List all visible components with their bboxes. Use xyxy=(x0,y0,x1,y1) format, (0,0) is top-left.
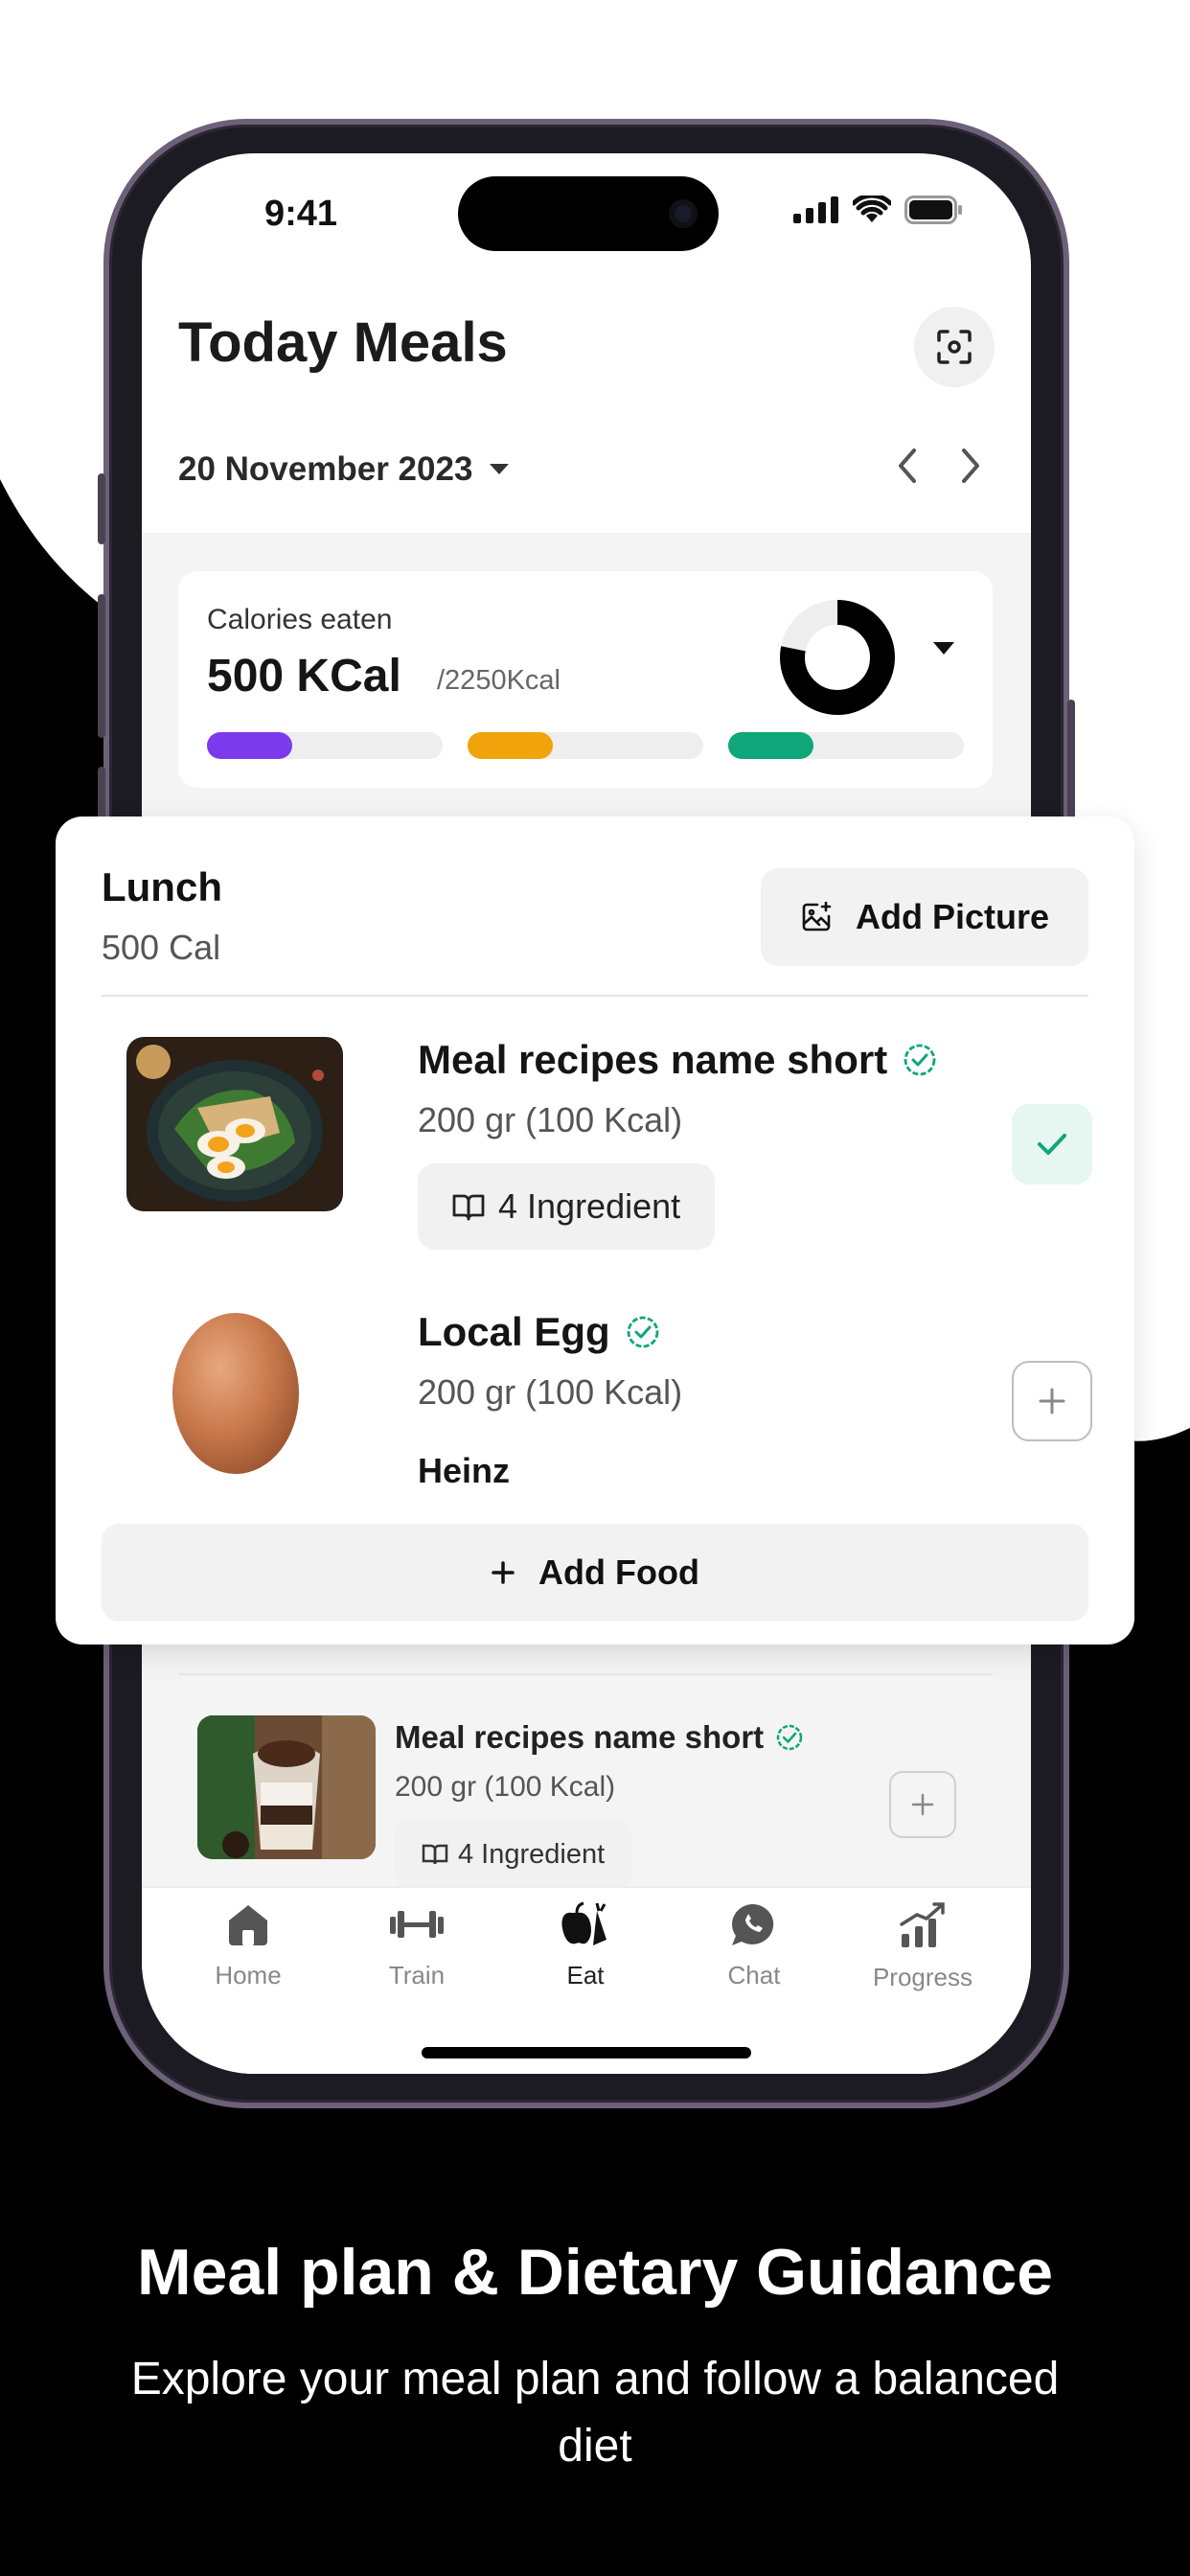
add-item-button[interactable] xyxy=(1012,1361,1092,1441)
phone-side-button xyxy=(98,473,105,544)
tab-label: Train xyxy=(388,1961,446,1990)
bottom-tab-bar: Home Train Eat Chat Progress xyxy=(142,1886,1031,2074)
verified-icon xyxy=(776,1724,803,1751)
food-name-1: Meal recipes name short xyxy=(418,1037,888,1082)
plus-icon xyxy=(911,1793,934,1816)
food-meta-2: 200 gr (100 Kcal) xyxy=(418,1372,683,1412)
add-food-label: Add Food xyxy=(538,1552,699,1592)
add-food-button[interactable]: Add Food xyxy=(102,1524,1088,1622)
divider xyxy=(178,1673,993,1675)
list-item-title: Local Egg xyxy=(418,1309,660,1355)
calories-label: Calories eaten xyxy=(207,604,393,635)
chevron-right-icon[interactable] xyxy=(958,447,983,485)
battery-icon xyxy=(904,196,962,224)
tab-label: Home xyxy=(215,1961,282,1990)
dumbbell-icon xyxy=(390,1911,444,1938)
list-item-title: Meal recipes name short xyxy=(418,1037,937,1083)
home-icon xyxy=(229,1905,267,1945)
book-icon xyxy=(452,1194,485,1221)
ingredients-label: 4 Ingredient xyxy=(498,1186,681,1226)
calories-goal: /2250Kcal xyxy=(437,665,561,696)
tab-home[interactable]: Home xyxy=(186,1901,310,1990)
camera-icon xyxy=(669,199,698,228)
list-item[interactable]: Meal recipes name short 200 gr (100 Kcal… xyxy=(125,1033,1092,1254)
tab-eat[interactable]: Eat xyxy=(523,1901,648,1990)
chevron-left-icon[interactable] xyxy=(895,447,920,485)
caret-down-icon xyxy=(490,464,510,474)
apple-carrot-icon xyxy=(561,1901,606,1945)
lunch-title: Lunch xyxy=(102,864,222,909)
scan-icon xyxy=(937,330,972,364)
lunch-calories: 500 Cal xyxy=(102,928,221,967)
ingredients-chip[interactable]: 4 Ingredient xyxy=(418,1163,716,1250)
ingredients-chip[interactable]: 4 Ingredient xyxy=(395,1821,632,1888)
tab-chat[interactable]: Chat xyxy=(692,1901,816,1990)
added-check-button[interactable] xyxy=(1012,1104,1092,1184)
status-icons xyxy=(793,196,964,224)
home-indicator xyxy=(422,2047,751,2058)
tab-label: Progress xyxy=(872,1963,973,1991)
verified-icon xyxy=(627,1316,659,1348)
scan-button[interactable] xyxy=(914,307,995,387)
tab-label: Eat xyxy=(566,1961,605,1990)
calories-card: Calories eaten 500 KCal /2250Kcal xyxy=(178,571,993,788)
signal-icon xyxy=(793,196,838,223)
verified-icon xyxy=(904,1044,936,1076)
calories-progress-ring xyxy=(780,600,895,715)
calories-expand-icon[interactable] xyxy=(931,640,956,657)
tab-progress[interactable]: Progress xyxy=(860,1901,985,1992)
status-time: 9:41 xyxy=(264,194,338,234)
book-icon xyxy=(422,1844,448,1865)
egg-image xyxy=(126,1305,343,1480)
promo-headline: Meal plan & Dietary Guidance xyxy=(136,2236,1054,2309)
macro-bar-2-fill xyxy=(468,732,553,759)
page-title: Today Meals xyxy=(178,311,508,374)
macro-bar-3 xyxy=(728,732,964,759)
macro-bar-3-fill xyxy=(728,732,813,759)
snack-item-name: Meal recipes name short xyxy=(395,1719,765,1755)
chat-icon xyxy=(732,1903,774,1945)
phone-volume-up xyxy=(98,594,105,738)
date-selector[interactable]: 20 November 2023 xyxy=(178,450,511,489)
plus-icon xyxy=(1039,1388,1065,1414)
list-item[interactable]: Meal recipes name short 200 gr (100 Kcal… xyxy=(197,1715,993,1888)
chart-icon xyxy=(900,1902,945,1947)
ingredients-label: 4 Ingredient xyxy=(458,1838,606,1870)
check-icon xyxy=(1038,1134,1066,1155)
food-brand: Heinz xyxy=(418,1451,511,1490)
tab-train[interactable]: Train xyxy=(355,1901,479,1990)
calories-value: 500 KCal xyxy=(207,651,401,702)
food-meta-1: 200 gr (100 Kcal) xyxy=(418,1100,683,1139)
dessert-image xyxy=(197,1715,376,1859)
divider xyxy=(102,995,1088,997)
macro-bar-1 xyxy=(207,732,443,759)
snack-item-meta: 200 gr (100 Kcal) xyxy=(395,1771,616,1803)
food-name-2: Local Egg xyxy=(418,1309,610,1354)
add-picture-label: Add Picture xyxy=(855,897,1050,936)
tab-label: Chat xyxy=(727,1961,781,1990)
lunch-card: Lunch 500 Cal Add Picture Meal recipes n… xyxy=(56,816,1134,1644)
date-label: 20 November 2023 xyxy=(178,450,473,488)
promo-subtitle: Explore your meal plan and follow a bala… xyxy=(130,2354,1060,2472)
date-navigation xyxy=(895,447,983,485)
meal-image xyxy=(126,1037,343,1211)
list-item[interactable]: Local Egg 200 gr (100 Kcal) Heinz xyxy=(125,1305,1092,1497)
wifi-icon xyxy=(853,196,891,222)
add-image-icon xyxy=(802,901,832,932)
dynamic-island xyxy=(458,176,719,251)
list-item-title: Meal recipes name short xyxy=(395,1719,804,1756)
macro-bar-1-fill xyxy=(207,732,292,759)
macro-bar-2 xyxy=(468,732,703,759)
add-picture-button[interactable]: Add Picture xyxy=(761,868,1088,966)
plus-icon xyxy=(492,1561,515,1584)
add-item-button[interactable] xyxy=(889,1771,956,1838)
